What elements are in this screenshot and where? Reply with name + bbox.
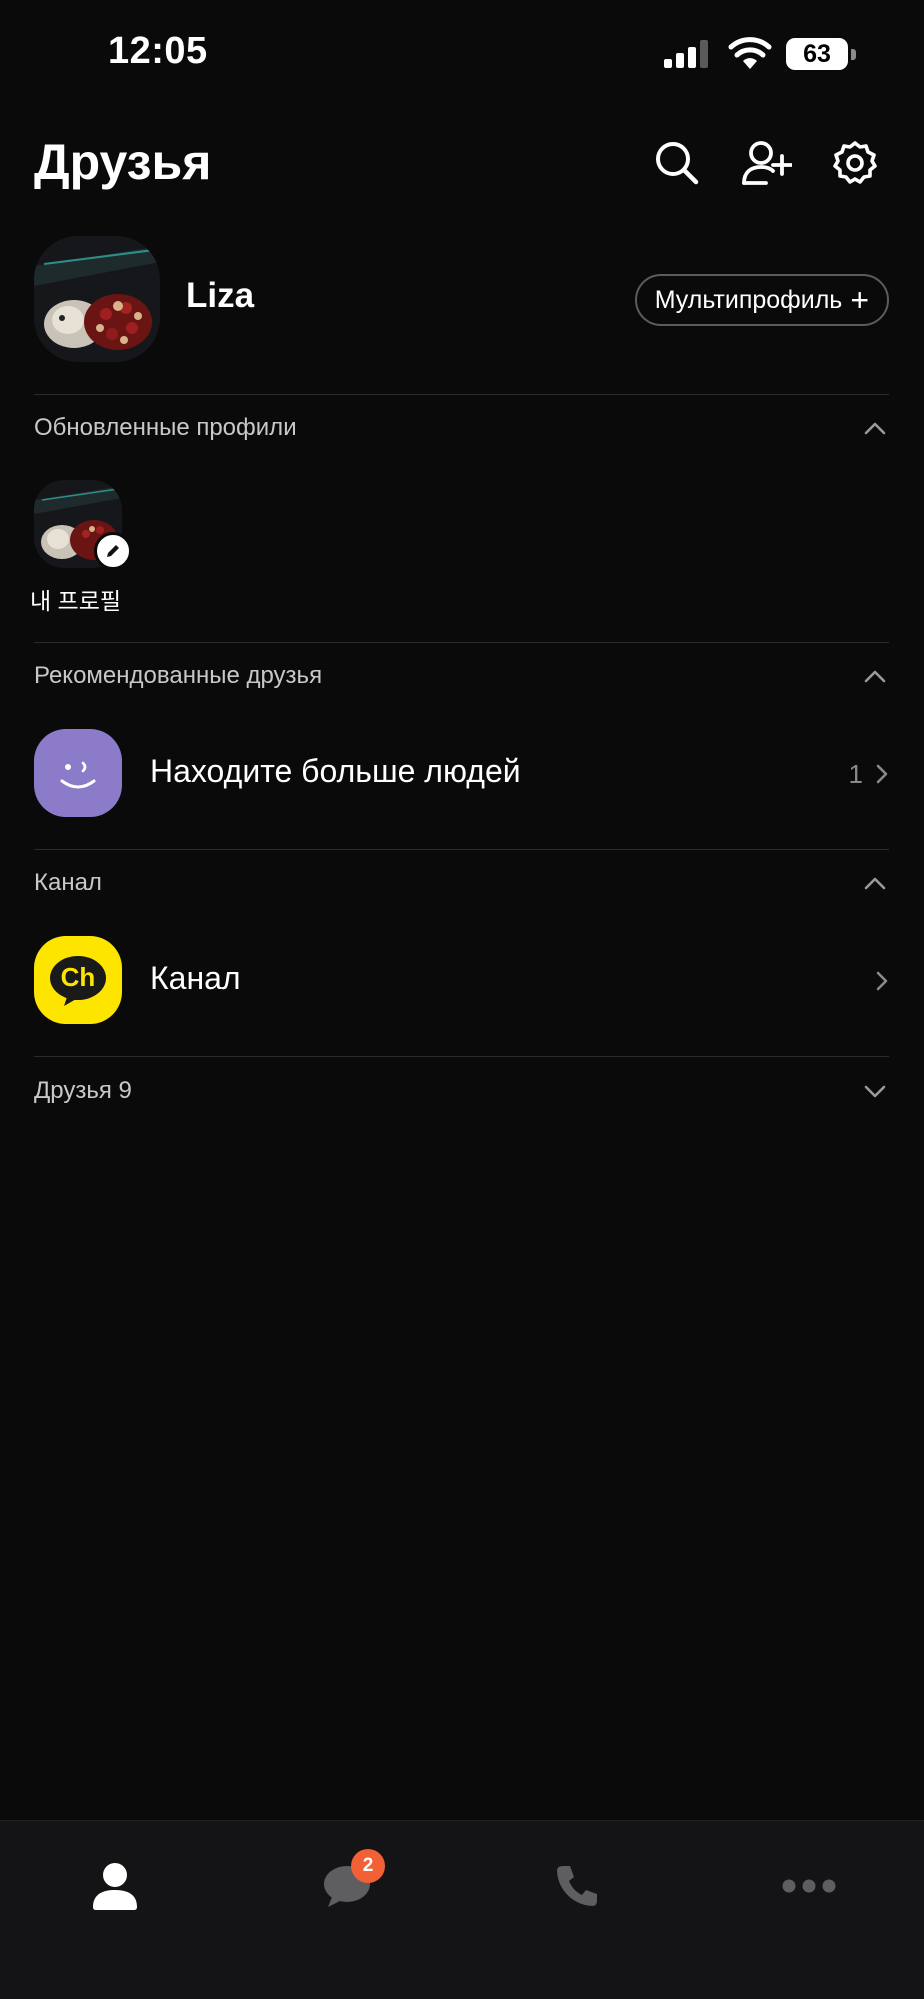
divider xyxy=(34,642,889,643)
battery-level: 63 xyxy=(803,40,831,68)
chevron-down-icon xyxy=(864,1085,886,1098)
channel-row[interactable]: Ch Канал xyxy=(34,936,889,1026)
settings-button[interactable] xyxy=(830,138,880,188)
cellular-signal-icon xyxy=(664,40,708,68)
section-updated-profiles-header[interactable]: Обновленные профили xyxy=(34,410,889,450)
add-friend-button[interactable] xyxy=(742,138,792,188)
updated-profile-label: 내 프로필 xyxy=(30,588,122,614)
chevron-up-icon xyxy=(864,670,886,683)
battery-cap xyxy=(851,49,856,60)
smiley-face xyxy=(60,761,96,789)
section-recommended-header[interactable]: Рекомендованные друзья xyxy=(34,658,889,698)
phone-icon xyxy=(557,1866,597,1906)
divider xyxy=(34,1056,889,1057)
search-icon xyxy=(656,142,699,185)
my-profile-name: Liza xyxy=(186,276,255,315)
section-title: Канал xyxy=(34,869,102,896)
section-channel-header[interactable]: Канал xyxy=(34,865,889,905)
multiprofile-label: Мультипрофиль xyxy=(654,285,843,314)
section-title: Обновленные профили xyxy=(34,414,297,441)
multiprofile-button[interactable]: Мультипрофиль + xyxy=(634,274,889,326)
wifi-icon xyxy=(728,37,772,69)
person-icon xyxy=(93,1863,137,1910)
chevron-right-icon xyxy=(876,764,888,784)
page-title: Друзья xyxy=(34,134,212,190)
plus-icon: + xyxy=(850,282,869,318)
add-friend-icon xyxy=(742,141,792,185)
divider xyxy=(34,394,889,395)
section-title: Рекомендованные друзья xyxy=(34,662,323,689)
avatar-photo xyxy=(34,236,160,362)
more-dots-icon xyxy=(782,1879,836,1893)
bottom-tab-bar: 2 xyxy=(0,1820,924,1999)
chevron-right-icon xyxy=(876,971,888,991)
divider xyxy=(34,849,889,850)
find-more-people-row[interactable]: Находите больше людей 1 xyxy=(34,729,889,819)
settings-icon xyxy=(833,141,877,184)
my-profile-row[interactable]: Liza Мультипрофиль + xyxy=(34,236,889,366)
channel-ch-icon: Ch xyxy=(34,936,122,1024)
row-count: 1 xyxy=(848,759,863,789)
friends-tab[interactable] xyxy=(75,1851,155,1921)
my-avatar[interactable] xyxy=(34,236,160,362)
edit-badge xyxy=(94,532,132,570)
smiley-icon xyxy=(34,729,122,817)
updated-profile-item[interactable]: 내 프로필 xyxy=(30,480,134,615)
battery-indicator: 63 xyxy=(786,38,856,70)
chats-tab[interactable]: 2 xyxy=(307,1849,387,1921)
more-tab[interactable] xyxy=(769,1851,849,1921)
status-bar: 12:05 63 xyxy=(0,0,924,110)
row-label: Канал xyxy=(150,960,241,996)
chevron-up-icon xyxy=(864,422,886,435)
row-label: Находите больше людей xyxy=(150,753,521,789)
chats-unread-badge: 2 xyxy=(351,1849,385,1883)
calls-tab[interactable] xyxy=(537,1851,617,1921)
section-title: Друзья 9 xyxy=(34,1077,132,1104)
section-friends-header[interactable]: Друзья 9 xyxy=(34,1073,889,1113)
search-button[interactable] xyxy=(652,138,702,188)
channel-ch-text: Ch xyxy=(60,962,96,992)
chevron-up-icon xyxy=(864,877,886,890)
pencil-icon xyxy=(107,545,119,557)
status-time: 12:05 xyxy=(108,30,208,72)
